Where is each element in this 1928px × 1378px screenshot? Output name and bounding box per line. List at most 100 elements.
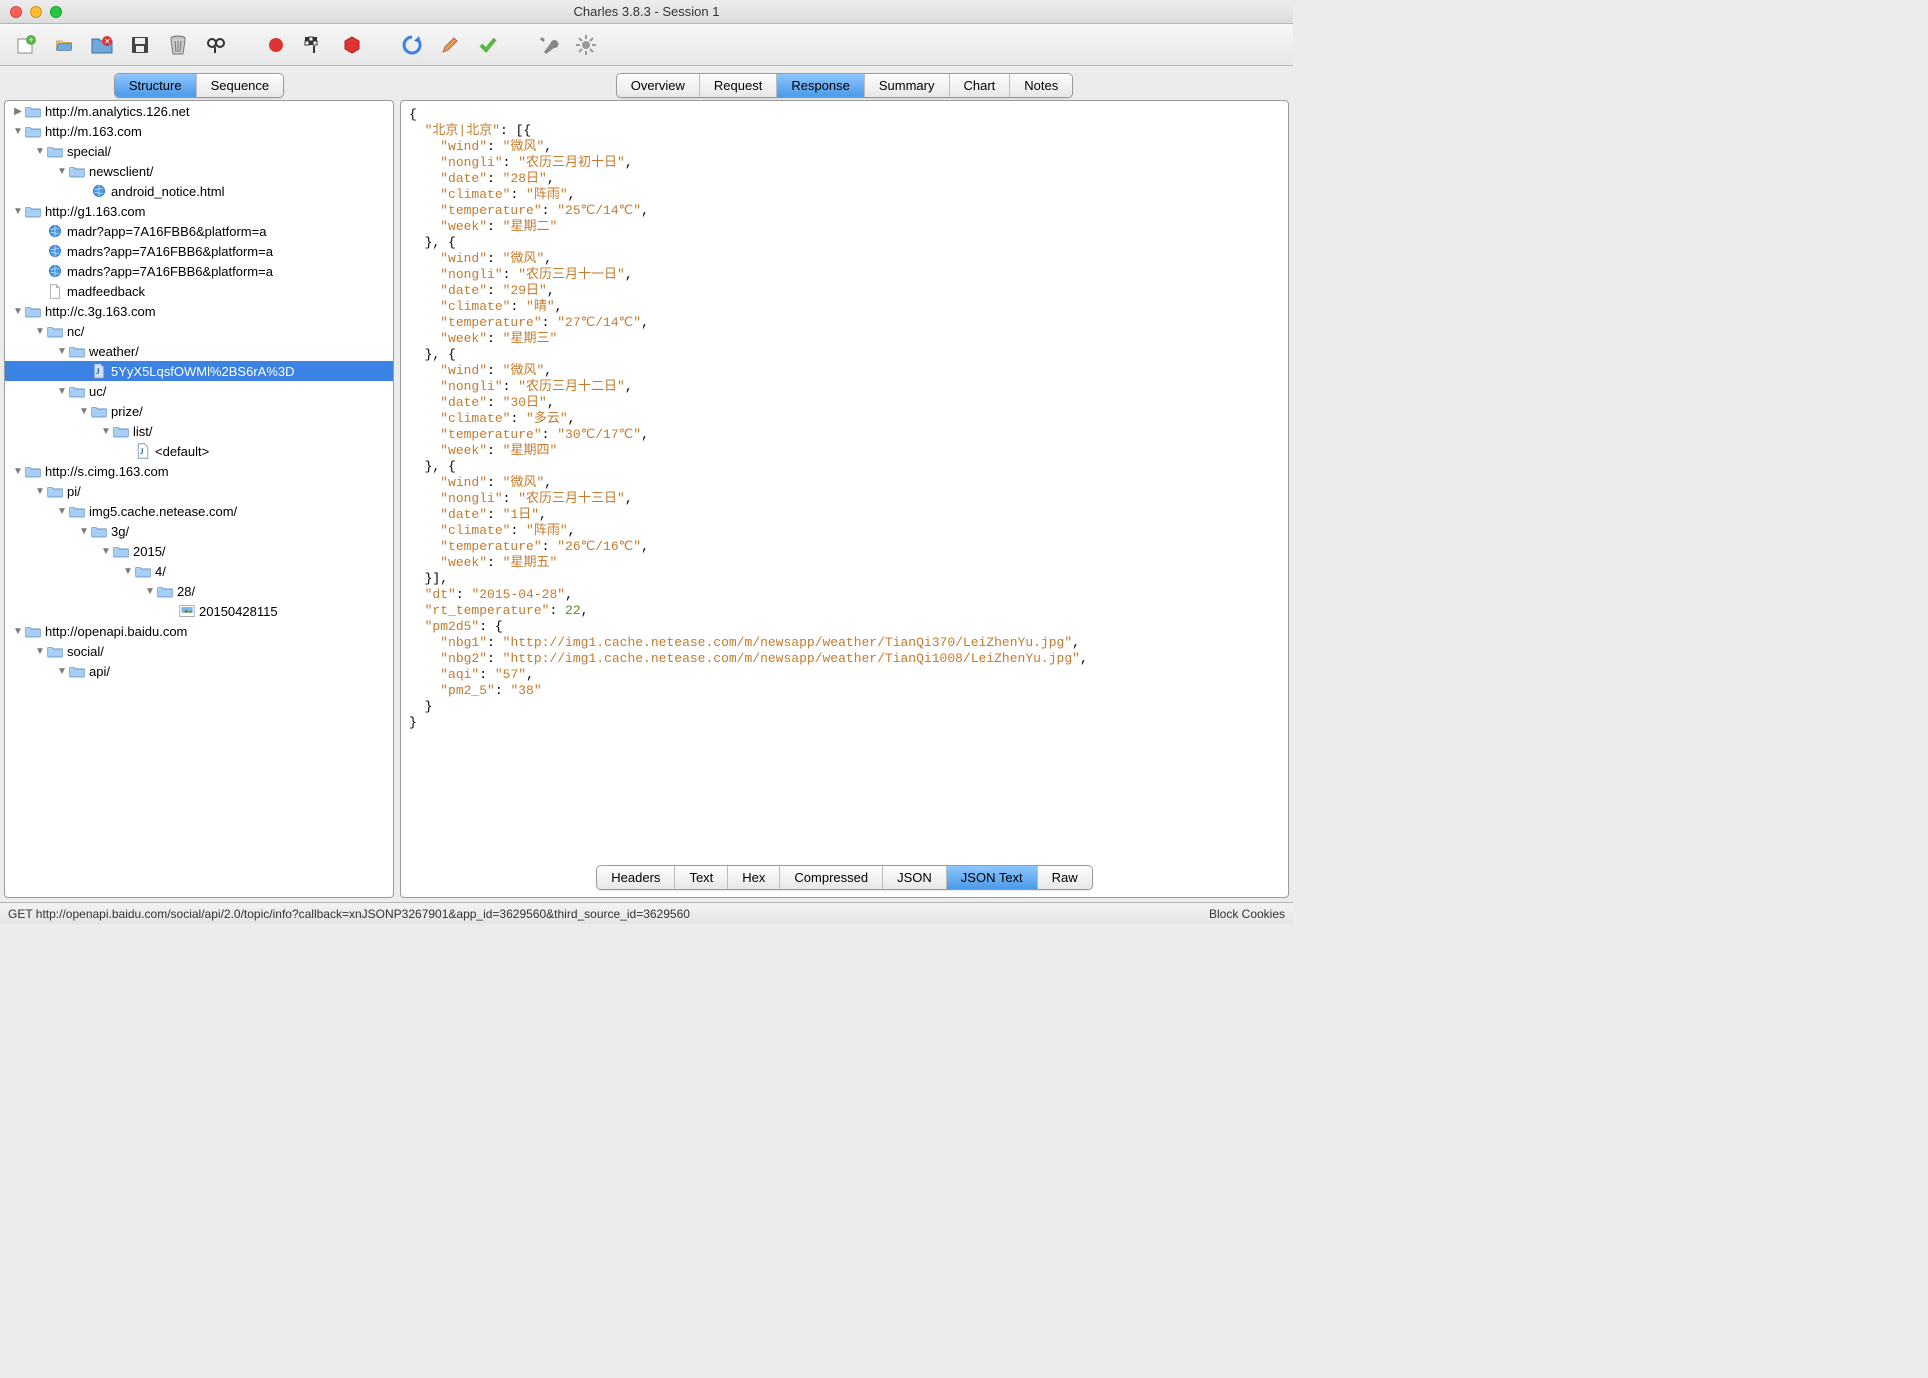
disclosure-triangle-icon[interactable]: ▼	[55, 386, 69, 397]
disclosure-triangle-icon[interactable]: ▼	[11, 206, 25, 217]
tree-row[interactable]: madrs?app=7A16FBB6&platform=a	[5, 261, 393, 281]
tree-row[interactable]: ▼ uc/	[5, 381, 393, 401]
right-tab-notes[interactable]: Notes	[1010, 74, 1072, 97]
folder-icon	[25, 203, 41, 219]
folder-icon	[69, 503, 85, 519]
right-tab-summary[interactable]: Summary	[865, 74, 950, 97]
tools-button[interactable]	[532, 29, 564, 61]
tree-row[interactable]: J<default>	[5, 441, 393, 461]
folder-icon	[69, 163, 85, 179]
right-tab-overview[interactable]: Overview	[617, 74, 700, 97]
tree-row[interactable]: ▼ nc/	[5, 321, 393, 341]
tree-row[interactable]: ▼api/	[5, 661, 393, 681]
disclosure-triangle-icon[interactable]: ▼	[33, 646, 47, 657]
bottom-tab-text[interactable]: Text	[675, 866, 728, 889]
find-button[interactable]	[200, 29, 232, 61]
tree-row[interactable]: madrs?app=7A16FBB6&platform=a	[5, 241, 393, 261]
tree-row[interactable]: J5YyX5LqsfOWMl%2BS6rA%3D	[5, 361, 393, 381]
disclosure-triangle-icon[interactable]: ▼	[77, 526, 91, 537]
open-button[interactable]	[48, 29, 80, 61]
right-tab-chart[interactable]: Chart	[950, 74, 1011, 97]
tree-label: madfeedback	[67, 284, 145, 299]
bottom-tab-compressed[interactable]: Compressed	[780, 866, 883, 889]
disclosure-triangle-icon[interactable]: ▼	[33, 146, 47, 157]
record-button[interactable]	[260, 29, 292, 61]
tree-row[interactable]: ▼ http://m.163.com	[5, 121, 393, 141]
statusbar: GET http://openapi.baidu.com/social/api/…	[0, 902, 1293, 924]
disclosure-triangle-icon[interactable]: ▶	[11, 106, 25, 117]
tree-row[interactable]: ▼ 2015/	[5, 541, 393, 561]
tree-label: http://m.163.com	[45, 124, 142, 139]
disclosure-triangle-icon[interactable]: ▼	[121, 566, 135, 577]
tree-row[interactable]: ▼pi/	[5, 481, 393, 501]
right-tab-response[interactable]: Response	[777, 74, 865, 97]
tree-label: 2015/	[133, 544, 166, 559]
tree-row[interactable]: ▼weather/	[5, 341, 393, 361]
json-text-view[interactable]: { "北京|北京": [{ "wind": "微风", "nongli": "农…	[401, 101, 1288, 857]
tree-row[interactable]: ▼newsclient/	[5, 161, 393, 181]
tree-row[interactable]: ▼img5.cache.netease.com/	[5, 501, 393, 521]
tree-row[interactable]: 20150428115	[5, 601, 393, 621]
folder-icon	[135, 563, 151, 579]
disclosure-triangle-icon[interactable]: ▼	[55, 346, 69, 357]
tree-label: 20150428115	[199, 604, 278, 619]
disclosure-triangle-icon[interactable]: ▼	[143, 586, 157, 597]
tree-row[interactable]: madr?app=7A16FBB6&platform=a	[5, 221, 393, 241]
tree-row[interactable]: madfeedback	[5, 281, 393, 301]
tree-row[interactable]: ▼special/	[5, 141, 393, 161]
disclosure-triangle-icon[interactable]: ▼	[11, 126, 25, 137]
trash-button[interactable]	[162, 29, 194, 61]
disclosure-triangle-icon[interactable]: ▼	[33, 486, 47, 497]
tree-row[interactable]: ▼http://openapi.baidu.com	[5, 621, 393, 641]
disclosure-triangle-icon[interactable]: ▼	[33, 326, 47, 337]
block-cookies-label[interactable]: Block Cookies	[1209, 907, 1285, 921]
tree-row[interactable]: ▶http://m.analytics.126.net	[5, 101, 393, 121]
tree-label: madr?app=7A16FBB6&platform=a	[67, 224, 266, 239]
disclosure-triangle-icon[interactable]: ▼	[55, 166, 69, 177]
disclosure-triangle-icon[interactable]: ▼	[55, 506, 69, 517]
left-tab-sequence[interactable]: Sequence	[197, 74, 284, 97]
tree-row[interactable]: ▼3g/	[5, 521, 393, 541]
disclosure-triangle-icon[interactable]: ▼	[99, 426, 113, 437]
tree-row[interactable]: ▼social/	[5, 641, 393, 661]
validate-button[interactable]	[472, 29, 504, 61]
settings-button[interactable]	[570, 29, 602, 61]
edit-button[interactable]	[434, 29, 466, 61]
disclosure-triangle-icon[interactable]: ▼	[99, 546, 113, 557]
tree-label: nc/	[67, 324, 84, 339]
bottom-tab-headers[interactable]: Headers	[597, 866, 675, 889]
disclosure-triangle-icon[interactable]: ▼	[11, 306, 25, 317]
folder-icon	[113, 423, 129, 439]
tree-row[interactable]: ▼prize/	[5, 401, 393, 421]
tree-row[interactable]: android_notice.html	[5, 181, 393, 201]
tree-row[interactable]: ▼http://s.cimg.163.com	[5, 461, 393, 481]
tree-row[interactable]: ▼ http://c.3g.163.com	[5, 301, 393, 321]
throttle-button[interactable]	[298, 29, 330, 61]
tree-label: uc/	[89, 384, 106, 399]
bottom-tab-hex[interactable]: Hex	[728, 866, 780, 889]
bottom-tab-json[interactable]: JSON	[883, 866, 947, 889]
bottom-tab-raw[interactable]: Raw	[1038, 866, 1092, 889]
tree-row[interactable]: ▼4/	[5, 561, 393, 581]
disclosure-triangle-icon[interactable]: ▼	[55, 666, 69, 677]
tree-row[interactable]: ▼list/	[5, 421, 393, 441]
refresh-button[interactable]	[396, 29, 428, 61]
right-tab-request[interactable]: Request	[700, 74, 777, 97]
save-button[interactable]	[124, 29, 156, 61]
disclosure-triangle-icon[interactable]: ▼	[77, 406, 91, 417]
folder-icon	[157, 583, 173, 599]
disclosure-triangle-icon[interactable]: ▼	[11, 466, 25, 477]
tree-row[interactable]: ▼28/	[5, 581, 393, 601]
breakpoint-button[interactable]	[336, 29, 368, 61]
left-tab-structure[interactable]: Structure	[115, 74, 197, 97]
bottom-tab-json-text[interactable]: JSON Text	[947, 866, 1038, 889]
folder-icon	[69, 343, 85, 359]
hosts-tree[interactable]: ▶http://m.analytics.126.net ▼ http://m.163…	[5, 101, 393, 897]
svg-text:+: +	[29, 35, 34, 45]
close-button[interactable]: ✕	[86, 29, 118, 61]
tree-label: http://c.3g.163.com	[45, 304, 156, 319]
tree-row[interactable]: ▼http://g1.163.com	[5, 201, 393, 221]
folder-icon	[25, 463, 41, 479]
disclosure-triangle-icon[interactable]: ▼	[11, 626, 25, 637]
new-session-button[interactable]: +	[10, 29, 42, 61]
